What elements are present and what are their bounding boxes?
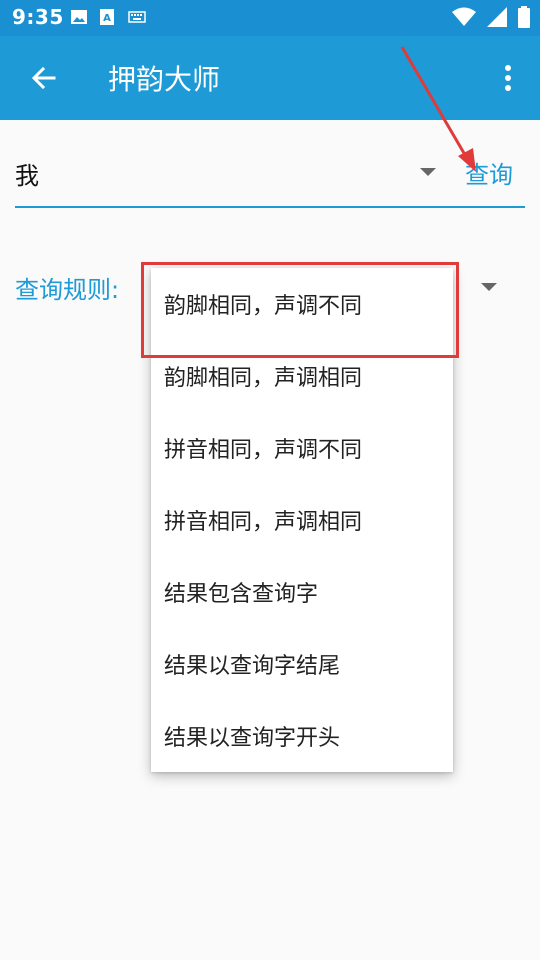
rule-option[interactable]: 拼音相同，声调不同 (151, 412, 453, 484)
status-right-icons (452, 6, 530, 28)
app-bar: 押韵大师 (0, 36, 540, 120)
back-button[interactable] (22, 56, 66, 100)
query-row: 我 查询 (15, 146, 525, 208)
rule-label: 查询规则: (15, 276, 120, 304)
text-a-icon: A (100, 9, 114, 25)
annotation-highlight-box (141, 262, 459, 358)
status-left-icons: A (70, 8, 148, 26)
query-input[interactable]: 我 (15, 156, 39, 191)
status-time: 9:35 (12, 5, 64, 29)
image-icon (71, 10, 87, 24)
query-button[interactable]: 查询 (465, 155, 513, 190)
arrow-left-icon (31, 66, 56, 90)
overflow-menu-button[interactable] (490, 56, 526, 100)
battery-icon (518, 6, 530, 28)
rule-dropdown-arrow-icon[interactable] (481, 283, 497, 291)
svg-text:A: A (103, 13, 111, 24)
signal-icon (487, 7, 507, 27)
keyboard-icon (128, 11, 146, 23)
wifi-icon (452, 7, 476, 26)
rule-option[interactable]: 拼音相同，声调相同 (151, 484, 453, 556)
more-vert-icon (505, 65, 511, 91)
rule-option[interactable]: 结果以查询字开头 (151, 700, 453, 772)
main-content: 我 查询 查询规则: 韵脚相同，声调不同 韵脚相同，声调相同 拼音相同，声调不同… (0, 120, 540, 960)
rule-option[interactable]: 结果包含查询字 (151, 556, 453, 628)
page-title: 押韵大师 (108, 63, 221, 96)
query-dropdown-arrow-icon[interactable] (420, 168, 436, 176)
status-bar: 9:35 A (0, 0, 540, 36)
rule-option[interactable]: 结果以查询字结尾 (151, 628, 453, 700)
